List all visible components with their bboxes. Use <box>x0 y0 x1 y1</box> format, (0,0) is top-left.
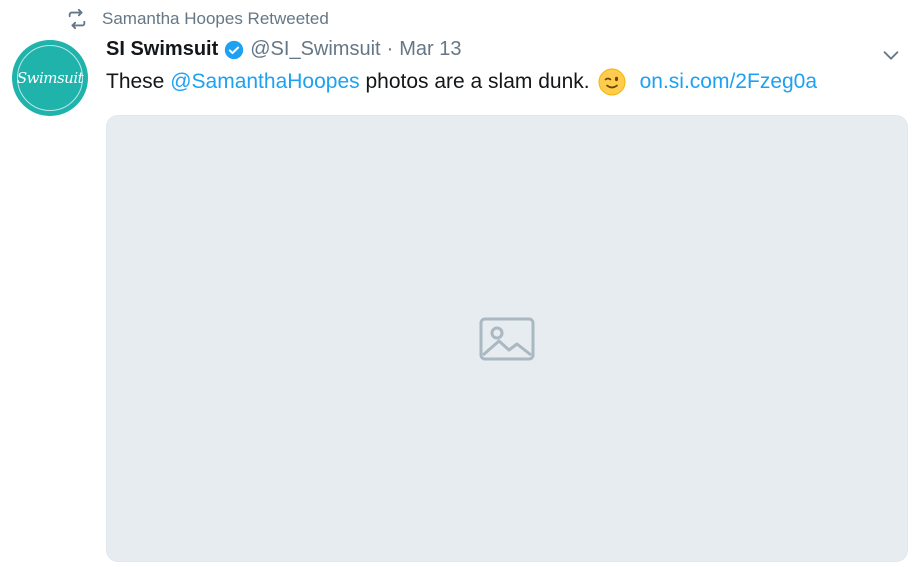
retweet-context: Samantha Hoopes Retweeted <box>66 8 329 30</box>
tweet-header: SI Swimsuit @SI_Swimsuit · Mar 13 <box>106 38 462 61</box>
tweet-text-before: These <box>106 70 171 93</box>
retweet-label[interactable]: Samantha Hoopes Retweeted <box>102 9 329 29</box>
short-url-link[interactable]: on.si.com/2Fzeg0a <box>640 70 817 94</box>
author-handle[interactable]: @SI_Swimsuit <box>250 38 380 61</box>
image-placeholder-icon <box>479 317 535 360</box>
tweet-text-after: photos are a slam dunk. <box>359 70 590 93</box>
tweet-text: These @SamanthaHoopes photos are a slam … <box>106 68 817 96</box>
author-name[interactable]: SI Swimsuit <box>106 38 218 61</box>
retweet-icon <box>68 8 86 30</box>
winking-face-emoji-icon <box>598 68 626 96</box>
tweet-media[interactable] <box>106 115 908 562</box>
chevron-down-icon[interactable] <box>880 44 902 66</box>
header-separator: · <box>386 38 394 60</box>
avatar-logo: Swimsuit <box>16 45 84 111</box>
verified-badge-icon <box>225 40 244 59</box>
mention-link[interactable]: @SamanthaHoopes <box>170 70 359 94</box>
avatar[interactable]: Swimsuit <box>12 40 88 116</box>
avatar-logo-text: Swimsuit <box>16 69 84 87</box>
tweet-date[interactable]: Mar 13 <box>399 38 461 61</box>
